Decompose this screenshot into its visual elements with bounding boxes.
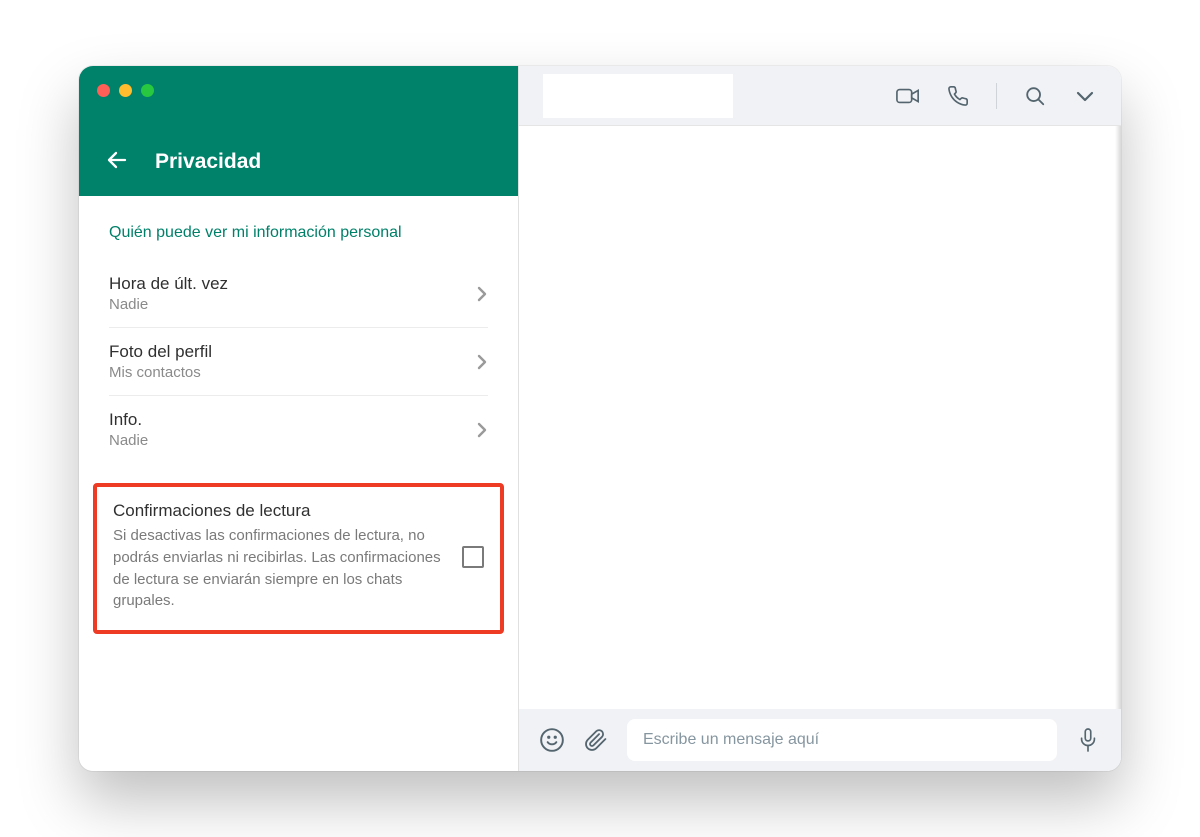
window-fullscreen-button[interactable]: [141, 84, 154, 97]
privacy-item-label: Foto del perfil: [109, 342, 212, 362]
chevron-right-icon: [476, 421, 488, 439]
read-receipts-section: Confirmaciones de lectura Si desactivas …: [93, 483, 504, 634]
composer: [519, 709, 1121, 771]
privacy-item-about[interactable]: Info. Nadie: [109, 396, 488, 463]
chat-header: [519, 66, 1121, 126]
video-icon: [896, 86, 920, 106]
privacy-item-label: Hora de últ. vez: [109, 274, 228, 294]
chat-body[interactable]: [519, 126, 1121, 709]
back-button[interactable]: [103, 146, 131, 174]
microphone-icon: [1077, 727, 1099, 753]
read-receipts-checkbox[interactable]: [462, 546, 484, 568]
chat-panel: [519, 66, 1121, 771]
app-window: Privacidad Quién puede ver mi informació…: [79, 66, 1121, 771]
voice-message-button[interactable]: [1075, 727, 1101, 753]
window-traffic-lights: [97, 84, 154, 97]
window-minimize-button[interactable]: [119, 84, 132, 97]
chat-contact-placeholder: [543, 74, 733, 118]
privacy-title: Privacidad: [155, 150, 261, 174]
section-heading-personal-info: Quién puede ver mi información personal: [79, 196, 518, 260]
window-close-button[interactable]: [97, 84, 110, 97]
privacy-item-profile-photo[interactable]: Foto del perfil Mis contactos: [109, 328, 488, 396]
phone-icon: [947, 85, 969, 107]
privacy-item-label: Info.: [109, 410, 148, 430]
chevron-right-icon: [476, 285, 488, 303]
privacy-item-value: Mis contactos: [109, 364, 212, 381]
read-receipts-description: Si desactivas las confirmaciones de lect…: [113, 525, 450, 612]
attach-button[interactable]: [583, 727, 609, 753]
privacy-item-value: Nadie: [109, 296, 228, 313]
arrow-left-icon: [105, 148, 129, 172]
chevron-right-icon: [476, 353, 488, 371]
privacy-panel: Privacidad Quién puede ver mi informació…: [79, 66, 519, 771]
header-divider: [996, 83, 997, 109]
menu-button[interactable]: [1073, 84, 1097, 108]
message-input[interactable]: [627, 719, 1057, 761]
smiley-icon: [539, 727, 565, 753]
read-receipts-title: Confirmaciones de lectura: [113, 501, 450, 521]
emoji-button[interactable]: [539, 727, 565, 753]
search-button[interactable]: [1023, 84, 1047, 108]
paperclip-icon: [584, 728, 608, 752]
voice-call-button[interactable]: [946, 84, 970, 108]
chevron-down-icon: [1076, 90, 1094, 102]
privacy-item-last-seen[interactable]: Hora de últ. vez Nadie: [109, 260, 488, 328]
search-icon: [1024, 85, 1046, 107]
privacy-item-value: Nadie: [109, 432, 148, 449]
video-call-button[interactable]: [896, 84, 920, 108]
